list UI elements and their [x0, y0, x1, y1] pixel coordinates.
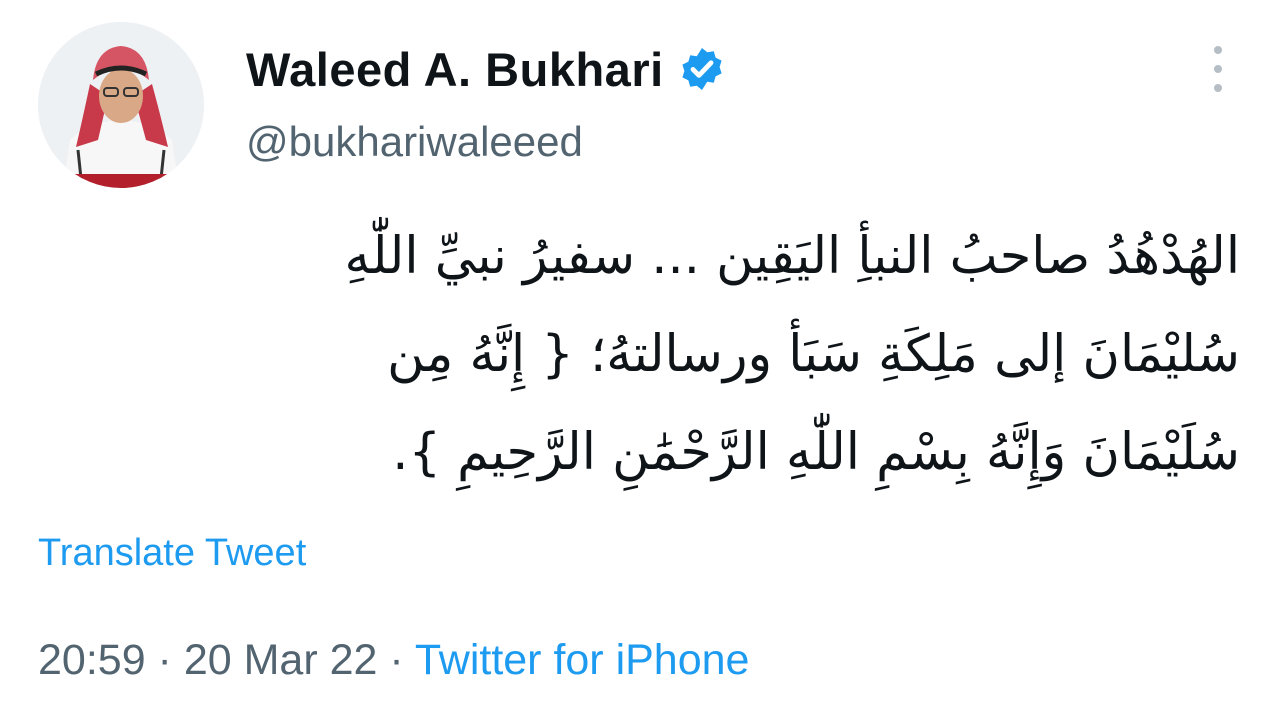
tweet-source-link[interactable]: Twitter for iPhone [415, 636, 750, 684]
verified-badge-icon [678, 45, 726, 93]
tweet-text-line: سُليْمَانَ إلى مَلِكَةِ سَبَأ ورسالتهُ؛ … [387, 325, 1240, 384]
more-options-icon[interactable] [1200, 46, 1236, 92]
author-name[interactable]: Waleed A. Bukhari [246, 42, 664, 97]
meta-separator: · [377, 636, 415, 684]
meta-separator: · [145, 636, 184, 684]
dot [1214, 46, 1222, 54]
dot [1214, 84, 1222, 92]
tweet-time[interactable]: 20:59 [38, 636, 146, 684]
dot [1214, 65, 1222, 73]
author-avatar[interactable] [38, 22, 204, 188]
tweet-text: الهُدْهُدُ صاحبُ النبأِ اليَقِين ... سفي… [60, 208, 1240, 502]
avatar-photo [38, 22, 204, 188]
author-handle[interactable]: @bukhariwaleeed [246, 118, 583, 166]
tweet-text-line: الهُدْهُدُ صاحبُ النبأِ اليَقِين ... سفي… [344, 227, 1240, 286]
author-header: Waleed A. Bukhari [246, 40, 726, 98]
tweet-meta: 20:59 · 20 Mar 22 · Twitter for iPhone [38, 636, 749, 685]
translate-tweet-link[interactable]: Translate Tweet [38, 532, 306, 575]
tweet-date[interactable]: 20 Mar 22 [184, 636, 378, 684]
tweet-text-line: سُلَيْمَانَ وَإِنَّهُ بِسْمِ اللّٰهِ الر… [392, 423, 1240, 482]
